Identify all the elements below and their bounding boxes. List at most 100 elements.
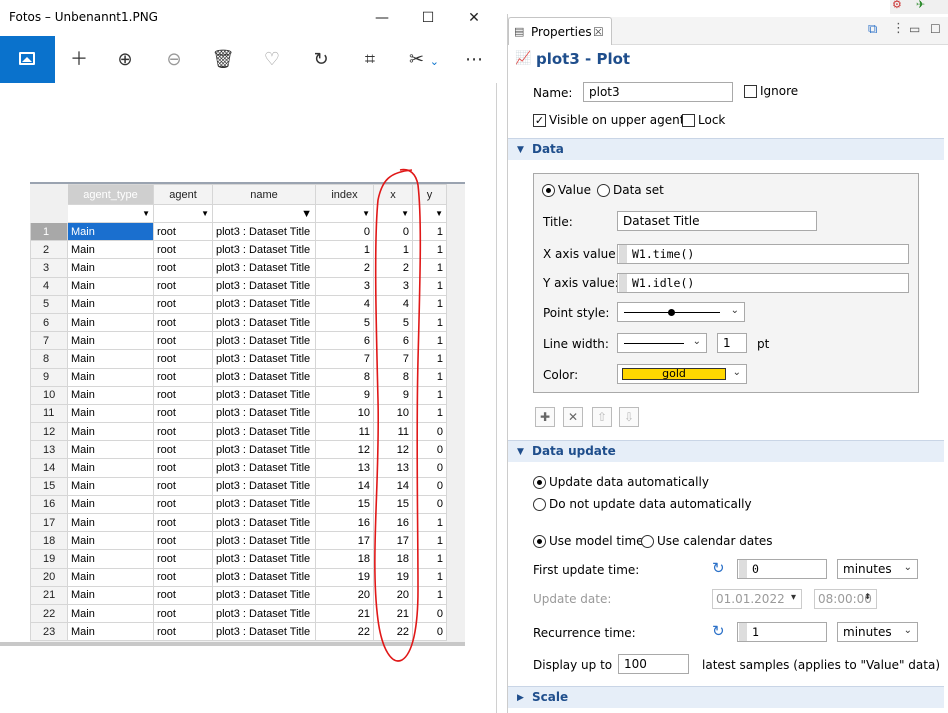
agent-cell: root <box>153 567 213 587</box>
y-axis-value: W1.idle() <box>632 276 695 290</box>
expand-arrow-icon: ▼ <box>517 447 524 457</box>
name-cell: plot3 : Dataset Title <box>212 385 316 405</box>
edit-icon[interactable]: ✂ ⌄ <box>394 36 454 83</box>
agent-cell: root <box>153 276 213 296</box>
point-style-label: Point style: <box>543 306 610 320</box>
agent-cell: root <box>153 440 213 460</box>
cycle-icon[interactable]: ↻ <box>712 622 725 640</box>
agent-type-cell: Main <box>67 440 154 460</box>
image-icon[interactable] <box>0 36 55 83</box>
first-update-field[interactable]: 0 <box>737 559 827 579</box>
no-update-auto-radio[interactable] <box>533 498 546 511</box>
dataset-radio[interactable] <box>597 184 610 197</box>
row-number: 2 <box>30 240 68 260</box>
new-window-icon[interactable]: ⧉ <box>868 22 877 37</box>
agent-cell: root <box>153 622 213 642</box>
name-cell: plot3 : Dataset Title <box>212 294 316 314</box>
cycle-icon[interactable]: ↻ <box>712 559 725 577</box>
add-icon[interactable]: ✚ <box>535 407 555 427</box>
properties-panel: ▤ Properties ☒ ⧉ ⋮ ▭ ☐ 📈 plot3 - Plot Na… <box>507 14 948 713</box>
zoom-out-icon[interactable]: ⊖ <box>149 36 199 83</box>
update-auto-radio[interactable] <box>533 476 546 489</box>
title-label: Title: <box>543 215 573 229</box>
move-down-icon[interactable]: ⇩ <box>619 407 639 427</box>
zoom-in-icon[interactable]: ⊕ <box>100 36 150 83</box>
agent-cell: root <box>153 221 213 242</box>
name-field[interactable]: plot3 <box>583 82 733 102</box>
recurrence-label: Recurrence time: <box>533 626 636 640</box>
point-style-dropdown[interactable]: ⌄ <box>617 302 745 322</box>
update-date-label: Update date: <box>533 592 612 606</box>
agent-type-cell: Main <box>67 385 154 405</box>
data-section-header[interactable]: ▼ Data <box>508 138 944 160</box>
minimize-view-icon[interactable]: ▭ <box>909 22 920 36</box>
line-width-field[interactable]: 1 <box>717 333 747 353</box>
filter-dropdown-icon[interactable]: ▼ <box>153 204 213 223</box>
move-up-icon[interactable]: ⇧ <box>592 407 612 427</box>
filter-funnel-icon[interactable]: ▼ <box>212 204 316 223</box>
delete-icon[interactable]: 🗑 <box>198 36 248 83</box>
name-cell: plot3 : Dataset Title <box>212 276 316 296</box>
rotate-icon[interactable]: ↻ <box>296 36 346 83</box>
more-icon[interactable]: ⋯ <box>449 36 499 83</box>
row-number: 18 <box>30 531 68 551</box>
close-tab-icon[interactable]: ☒ <box>593 25 604 39</box>
recurrence-unit-dropdown[interactable]: minutes ⌄ <box>837 622 918 642</box>
close-button[interactable]: ✕ <box>451 4 497 32</box>
agent-cell: root <box>153 531 213 551</box>
remove-icon[interactable]: ✕ <box>563 407 583 427</box>
agent-type-cell: Main <box>67 403 154 424</box>
display-suffix: latest samples (applies to "Value" data) <box>702 658 941 672</box>
gear-icon[interactable]: ⚙ <box>892 0 902 11</box>
add-icon[interactable]: ＋ <box>54 36 104 83</box>
visible-checkbox[interactable]: ✓ <box>533 114 546 127</box>
filter-dropdown-icon[interactable]: ▼ <box>67 204 154 223</box>
y-axis-field[interactable]: W1.idle() <box>617 273 909 293</box>
line-width-label: Line width: <box>543 337 609 351</box>
first-update-value: 0 <box>752 562 759 576</box>
first-update-unit-dropdown[interactable]: minutes ⌄ <box>837 559 918 579</box>
photos-window: Fotos – Unbenannt1.PNG — ☐ ✕ ＋ ⊕ ⊖ 🗑 ♡ ↻… <box>0 0 497 713</box>
update-date-field[interactable]: 01.01.2022 ▾ <box>712 589 802 609</box>
x-axis-field[interactable]: W1.time() <box>617 244 909 264</box>
color-dropdown[interactable]: gold ⌄ <box>617 364 747 384</box>
pin-icon[interactable]: ⋮ <box>892 21 905 36</box>
title-field[interactable]: Dataset Title <box>617 211 817 231</box>
crop-icon[interactable]: ⌗ <box>345 36 395 83</box>
tab-label: Properties <box>531 25 592 39</box>
display-samples-field[interactable]: 100 <box>618 654 689 674</box>
recurrence-value: 1 <box>752 625 759 639</box>
agent-cell: root <box>153 512 213 533</box>
name-cell: plot3 : Dataset Title <box>212 603 316 624</box>
data-update-section-header[interactable]: ▼ Data update <box>508 440 944 462</box>
first-update-label: First update time: <box>533 563 640 577</box>
properties-tab-bar: ▤ Properties ☒ ⧉ ⋮ ▭ ☐ <box>508 17 948 45</box>
agent-type-cell: Main <box>67 476 154 496</box>
agent-type-cell: Main <box>67 294 154 314</box>
collapse-arrow-icon: ▶ <box>517 693 524 703</box>
ignore-checkbox[interactable] <box>744 85 757 98</box>
chevron-down-icon: ⌄ <box>692 336 701 347</box>
agent-type-cell: Main <box>67 367 154 387</box>
favorite-icon[interactable]: ♡ <box>247 36 297 83</box>
lock-checkbox[interactable] <box>682 114 695 127</box>
name-cell: plot3 : Dataset Title <box>212 440 316 460</box>
recurrence-field[interactable]: 1 <box>737 622 827 642</box>
lock-label: Lock <box>698 113 726 127</box>
maximize-view-icon[interactable]: ☐ <box>930 22 941 36</box>
agent-type-cell: Main <box>67 349 154 369</box>
update-time-field[interactable]: 08:00:00 ⬍ <box>814 589 877 609</box>
agent-cell: root <box>153 258 213 278</box>
model-time-radio[interactable] <box>533 535 546 548</box>
tab-properties[interactable]: ▤ Properties ☒ <box>508 17 612 45</box>
chevron-down-icon: ⌄ <box>903 562 912 573</box>
scale-section-header[interactable]: ▶ Scale <box>508 686 944 708</box>
chevron-down-icon: ⌄ <box>732 367 741 378</box>
minimize-button[interactable]: — <box>359 4 405 32</box>
value-radio[interactable] <box>542 184 555 197</box>
line-style-dropdown[interactable]: ⌄ <box>617 333 707 353</box>
maximize-button[interactable]: ☐ <box>405 4 451 32</box>
calendar-dates-radio[interactable] <box>641 535 654 548</box>
run-icon[interactable]: ✈ <box>916 0 925 11</box>
agent-type-cell: Main <box>67 512 154 533</box>
